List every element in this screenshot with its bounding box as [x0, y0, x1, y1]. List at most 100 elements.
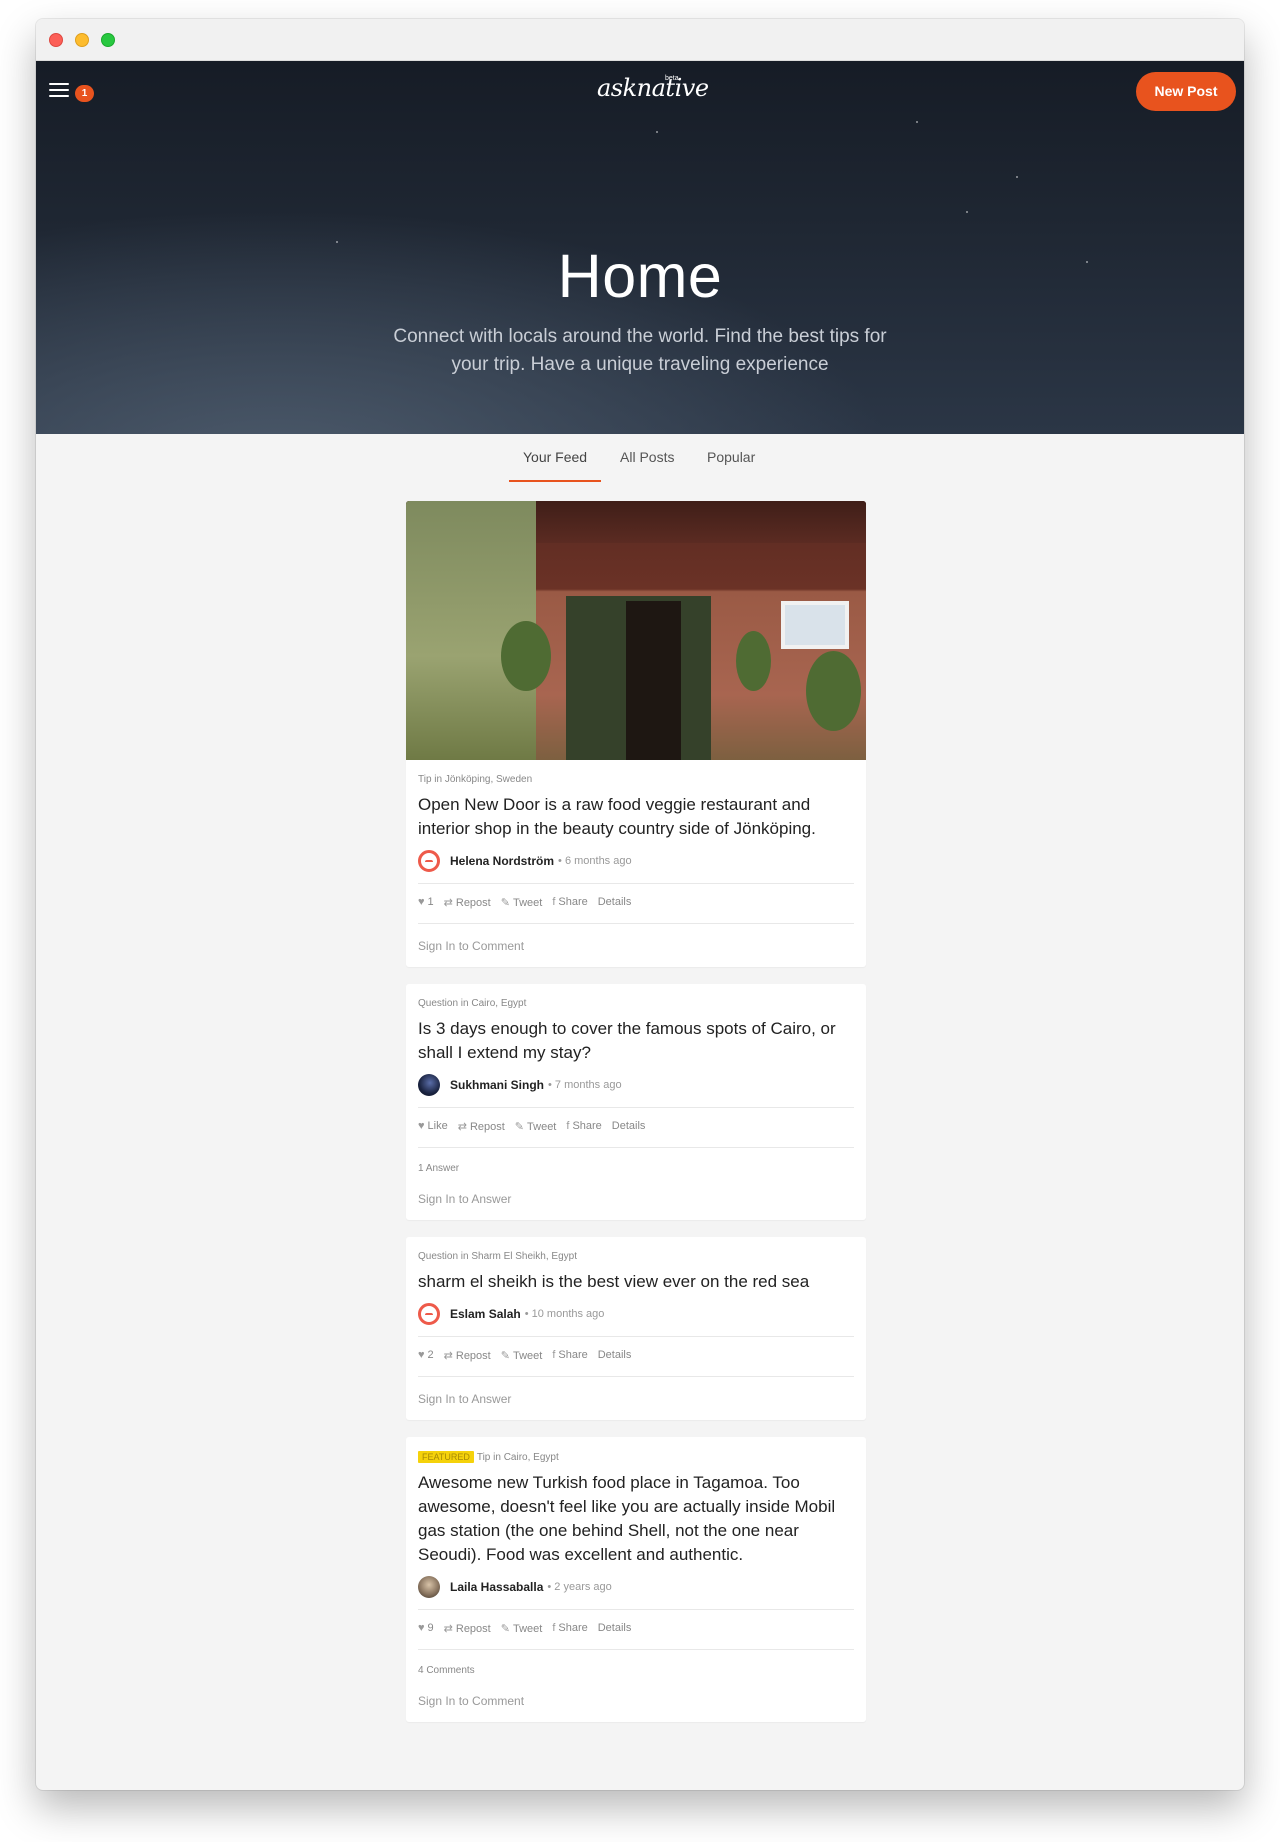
logo-beta-label: beta: [665, 75, 679, 82]
post-location[interactable]: Tip in Cairo, Egypt: [477, 1452, 559, 1463]
post-location[interactable]: Tip in Jönköping, Sweden: [418, 774, 532, 785]
image-doorway: [626, 601, 681, 760]
facebook-icon: f: [552, 1622, 556, 1634]
answer-count[interactable]: 1 Answer: [418, 1147, 854, 1174]
avatar[interactable]: [418, 1576, 440, 1598]
details-link[interactable]: Details: [598, 1622, 632, 1634]
post-title[interactable]: sharm el sheikh is the best view ever on…: [418, 1270, 854, 1294]
tab-your-feed[interactable]: Your Feed: [523, 449, 587, 465]
comment-count[interactable]: 4 Comments: [418, 1649, 854, 1676]
page-title: Home: [557, 242, 723, 310]
post-meta: FEATURED Tip in Cairo, Egypt: [418, 1437, 854, 1463]
author-name[interactable]: Laila Hassaballa: [450, 1580, 543, 1594]
active-tab-indicator: [509, 480, 601, 482]
tab-all-posts[interactable]: All Posts: [620, 449, 674, 465]
post-card: Tip in Jönköping, Sweden Open New Door i…: [406, 501, 866, 967]
post-time: • 2 years ago: [547, 1581, 612, 1593]
image-plant: [736, 631, 771, 691]
like-button[interactable]: ♥ 9: [418, 1622, 434, 1634]
window-titlebar: [36, 19, 1244, 61]
facebook-icon: f: [566, 1120, 570, 1132]
share-button[interactable]: f Share: [552, 1349, 587, 1361]
post-feed: Tip in Jönköping, Sweden Open New Door i…: [406, 501, 866, 1739]
like-button[interactable]: ♥ Like: [418, 1120, 448, 1132]
browser-window: 1 asknative beta New Post Home Connect w…: [36, 19, 1244, 1790]
avatar[interactable]: [418, 1303, 440, 1325]
tweet-button[interactable]: ✎ Tweet: [514, 1120, 557, 1134]
details-link[interactable]: Details: [612, 1120, 646, 1132]
post-actions: ♥ Like ⇄ Repost ✎ Tweet f Share Details: [418, 1107, 854, 1147]
avatar[interactable]: [418, 850, 440, 872]
repost-button[interactable]: ⇄ Repost: [444, 896, 491, 910]
post-image[interactable]: [406, 501, 866, 760]
facebook-icon: f: [552, 1349, 556, 1361]
post-time: • 6 months ago: [558, 855, 632, 867]
heart-icon: ♥: [418, 1120, 425, 1132]
twitter-icon: ✎: [514, 1121, 525, 1133]
star-decoration: [1016, 176, 1018, 178]
tweet-button[interactable]: ✎ Tweet: [500, 1349, 543, 1363]
details-link[interactable]: Details: [598, 896, 632, 908]
author-row: Helena Nordström • 6 months ago: [418, 849, 854, 873]
share-button[interactable]: f Share: [552, 1622, 587, 1634]
author-row: Eslam Salah • 10 months ago: [418, 1302, 854, 1326]
post-title[interactable]: Open New Door is a raw food veggie resta…: [418, 793, 854, 841]
like-button[interactable]: ♥ 2: [418, 1349, 434, 1361]
page-subtitle: Connect with locals around the world. Fi…: [393, 326, 887, 375]
image-plant: [806, 651, 861, 731]
repost-icon: ⇄: [457, 1121, 467, 1133]
twitter-icon: ✎: [500, 897, 510, 909]
avatar[interactable]: [418, 1074, 440, 1096]
twitter-icon: ✎: [500, 1350, 510, 1362]
image-window: [781, 601, 849, 649]
star-decoration: [916, 121, 918, 123]
author-row: Sukhmani Singh • 7 months ago: [418, 1073, 854, 1097]
author-name[interactable]: Eslam Salah: [450, 1307, 521, 1321]
post-card: Question in Sharm El Sheikh, Egypt sharm…: [406, 1237, 866, 1420]
post-actions: ♥ 9 ⇄ Repost ✎ Tweet f Share Details: [418, 1609, 854, 1649]
repost-icon: ⇄: [443, 1623, 453, 1635]
menu-icon[interactable]: [49, 83, 69, 97]
author-name[interactable]: Helena Nordström: [450, 854, 554, 868]
new-post-button[interactable]: New Post: [1136, 72, 1236, 111]
repost-button[interactable]: ⇄ Repost: [443, 1349, 491, 1363]
post-meta: Question in Sharm El Sheikh, Egypt: [418, 1237, 854, 1262]
post-meta: Tip in Jönköping, Sweden: [418, 760, 854, 785]
sign-in-to-answer-link[interactable]: Sign In to Answer: [418, 1376, 854, 1406]
share-button[interactable]: f Share: [552, 896, 587, 908]
post-time: • 7 months ago: [548, 1079, 622, 1091]
close-window-button[interactable]: [49, 33, 63, 47]
post-title[interactable]: Awesome new Turkish food place in Tagamo…: [418, 1471, 854, 1567]
details-link[interactable]: Details: [598, 1349, 632, 1361]
like-button[interactable]: ♥ 1: [418, 896, 434, 908]
repost-icon: ⇄: [443, 1350, 453, 1362]
repost-button[interactable]: ⇄ Repost: [457, 1120, 505, 1134]
tweet-button[interactable]: ✎ Tweet: [500, 896, 543, 910]
sign-in-to-answer-link[interactable]: Sign In to Answer: [418, 1174, 854, 1206]
tab-popular[interactable]: Popular: [707, 449, 755, 465]
twitter-icon: ✎: [500, 1623, 510, 1635]
tweet-button[interactable]: ✎ Tweet: [500, 1622, 543, 1636]
facebook-icon: f: [552, 896, 556, 908]
sign-in-to-comment-link[interactable]: Sign In to Comment: [418, 923, 854, 953]
logo[interactable]: asknative: [597, 74, 709, 102]
minimize-window-button[interactable]: [75, 33, 89, 47]
post-title[interactable]: Is 3 days enough to cover the famous spo…: [418, 1017, 854, 1065]
image-plant: [501, 621, 551, 691]
post-location[interactable]: Question in Sharm El Sheikh, Egypt: [418, 1251, 577, 1262]
post-actions: ♥ 1 ⇄ Repost ✎ Tweet f Share Details: [418, 883, 854, 923]
author-row: Laila Hassaballa • 2 years ago: [418, 1575, 854, 1599]
star-decoration: [966, 211, 968, 213]
post-meta: Question in Cairo, Egypt: [418, 984, 854, 1009]
maximize-window-button[interactable]: [101, 33, 115, 47]
heart-icon: ♥: [418, 1622, 425, 1634]
post-card: FEATURED Tip in Cairo, Egypt Awesome new …: [406, 1437, 866, 1722]
post-location[interactable]: Question in Cairo, Egypt: [418, 998, 526, 1009]
share-button[interactable]: f Share: [566, 1120, 601, 1132]
sign-in-to-comment-link[interactable]: Sign In to Comment: [418, 1676, 854, 1708]
author-name[interactable]: Sukhmani Singh: [450, 1078, 544, 1092]
post-card: Question in Cairo, Egypt Is 3 days enoug…: [406, 984, 866, 1220]
heart-icon: ♥: [418, 1349, 425, 1361]
repost-button[interactable]: ⇄ Repost: [443, 1622, 491, 1636]
notification-badge[interactable]: 1: [75, 85, 94, 102]
